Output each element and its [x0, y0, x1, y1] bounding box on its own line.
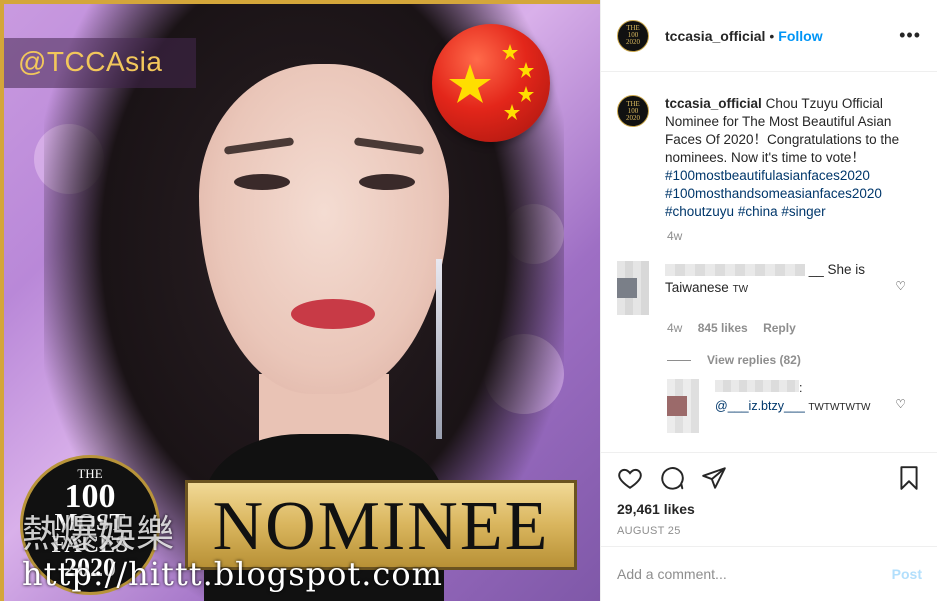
comment-time: 4w [667, 321, 683, 335]
caption-avatar[interactable]: THE 100 2020 [617, 95, 649, 127]
view-replies-label: View replies (82) [707, 353, 801, 367]
comment-item: __ She is Taiwanese TW ♡ [601, 261, 937, 315]
post-button[interactable]: Post [892, 566, 922, 582]
comment-icon[interactable] [659, 465, 685, 491]
hashtag-link[interactable]: #china [738, 204, 778, 219]
left-eye [234, 174, 290, 190]
blurred-avatar[interactable] [667, 379, 699, 433]
heart-icon[interactable] [617, 465, 643, 491]
hashtag-link[interactable]: #100mostbeautifulasianfaces2020 [665, 168, 870, 183]
comments-section[interactable]: THE 100 2020 tccasia_official Chou Tzuyu O… [601, 73, 937, 451]
replies-line [667, 359, 691, 361]
add-comment-bar: Add a comment... Post [601, 546, 937, 601]
action-icons [617, 463, 922, 493]
post-header: THE 100 2020 tccasia_official • Follow ••• [601, 0, 937, 72]
more-options-icon[interactable]: ••• [899, 25, 921, 46]
caption: THE 100 2020 tccasia_official Chou Tzuyu O… [601, 73, 937, 221]
china-flag-icon [432, 24, 550, 142]
mention-link[interactable]: @___iz.btzy___ [715, 399, 805, 413]
reply-button[interactable]: Reply [763, 321, 796, 335]
comment-body: Taiwanese [665, 280, 729, 295]
reply-suffix: TWTWTWTW [808, 402, 871, 413]
separator-dot: • [769, 27, 775, 44]
action-bar: 29,461 likes AUGUST 25 [601, 452, 937, 537]
url-watermark: http://hittt.blogspot.com [22, 555, 443, 593]
comment-meta: 4w 845 likes Reply [667, 321, 937, 335]
comment-likes[interactable]: 845 likes [698, 321, 748, 335]
bookmark-icon[interactable] [896, 465, 922, 491]
avatar[interactable]: THE 100 2020 [617, 19, 649, 52]
like-reply-heart-icon[interactable]: ♡ [895, 397, 906, 411]
view-replies-button[interactable]: View replies (82) [667, 353, 937, 367]
right-eye [359, 174, 415, 190]
earring [436, 259, 442, 439]
chinese-watermark: 熱爆娛樂 [22, 512, 175, 556]
hashtag-link[interactable]: #choutzuyu [665, 204, 734, 219]
reply-colon: : [799, 381, 803, 395]
lips [291, 299, 375, 329]
hashtag-link[interactable]: #singer [781, 204, 825, 219]
comment-text: __ She is Taiwanese TW [665, 261, 885, 315]
reply-text: : @___iz.btzy___ TWTWTWTW [715, 379, 871, 433]
likes-count[interactable]: 29,461 likes [617, 501, 922, 517]
post-side-panel: THE 100 2020 tccasia_official • Follow •••… [600, 0, 937, 601]
tw-flag-text: TW [732, 284, 749, 295]
blurred-avatar[interactable] [617, 261, 649, 315]
blurred-username[interactable] [715, 380, 799, 392]
caption-text: tccasia_official Chou Tzuyu Official Nom… [665, 95, 917, 221]
post-date: AUGUST 25 [617, 525, 681, 537]
hashtag-link[interactable]: #100mosthandsomeasianfaces2020 [665, 186, 882, 201]
comment-body: __ She is [808, 262, 866, 277]
watermark-text: @TCCAsia [18, 46, 163, 77]
comment-input[interactable]: Add a comment... [617, 566, 727, 582]
share-icon[interactable] [701, 465, 727, 491]
caption-time: 4w [667, 229, 683, 243]
like-comment-heart-icon[interactable]: ♡ [895, 279, 906, 293]
caption-username[interactable]: tccasia_official [665, 96, 762, 111]
header-username[interactable]: tccasia_official [665, 28, 765, 44]
blurred-username[interactable] [665, 264, 805, 277]
follow-button[interactable]: Follow [778, 28, 822, 44]
reply-item: : @___iz.btzy___ TWTWTWTW ♡ [601, 379, 937, 433]
